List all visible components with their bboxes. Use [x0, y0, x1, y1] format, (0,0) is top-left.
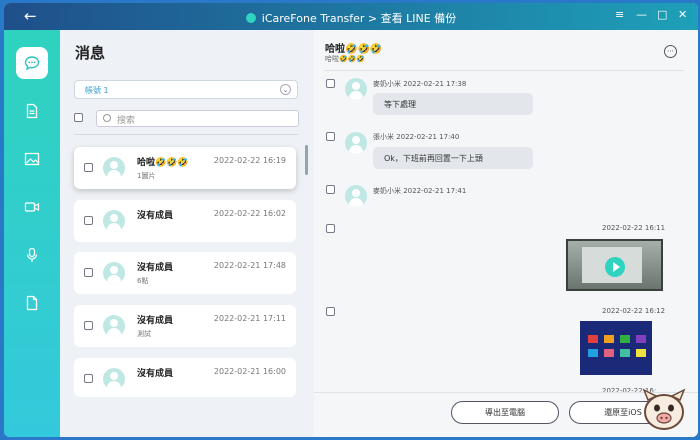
sidebar-item-images[interactable] [16, 143, 48, 175]
panel-title: 消息 [75, 44, 106, 62]
divider [74, 134, 298, 135]
thumbnail-tile [588, 349, 598, 357]
item-checkbox[interactable] [84, 216, 93, 225]
message-meta: 麥奶小米 2022-02-21 17:41 [373, 187, 467, 195]
menu-button[interactable]: ≡ [615, 8, 624, 21]
item-checkbox[interactable] [84, 163, 93, 172]
account-select[interactable]: 帳號 1 ⌄ [74, 80, 298, 99]
message-meta: 張小米 2022-02-21 17:40 [373, 133, 460, 141]
list-item[interactable]: 沒有成員 2022-02-22 16:02 [74, 200, 296, 242]
thumbnail-tile [636, 335, 646, 343]
file-icon [26, 295, 38, 311]
video-thumbnail[interactable] [566, 239, 663, 291]
avatar [103, 210, 125, 232]
app-logo-icon [245, 13, 256, 23]
thumbnail-tile [636, 349, 646, 357]
item-preview: 1圖片 [137, 172, 156, 180]
message-meta: 麥奶小米 2022-02-21 17:38 [373, 80, 467, 88]
item-name: 哈啦🤣🤣🤣 [137, 158, 189, 168]
chat-panel: 哈啦🤣🤣🤣 哈啦🤣🤣🤣 ⋯ 麥奶小米 2022-02-21 17:38 等下處理… [314, 30, 698, 437]
search-placeholder: 搜索 [117, 116, 136, 126]
message-bubble: 等下處理 [373, 93, 533, 115]
avatar [103, 368, 125, 390]
message-checkbox[interactable] [326, 132, 335, 141]
maximize-button[interactable]: □ [657, 8, 667, 21]
item-name: 沒有成員 [137, 263, 174, 273]
window-title: iCareFone Transfer > 查看 LINE 備份 [4, 10, 698, 26]
image-thumbnail[interactable] [580, 321, 652, 375]
avatar [103, 157, 125, 179]
video-icon [24, 202, 40, 212]
avatar [345, 132, 367, 154]
chat-title: 哈啦🤣🤣🤣 [325, 44, 383, 55]
sidebar-item-audio[interactable] [16, 239, 48, 271]
chat-bubble-icon [24, 56, 40, 71]
divider [324, 70, 684, 71]
search-input[interactable]: 搜索 [96, 110, 299, 127]
avatar [103, 262, 125, 284]
list-item[interactable]: 哈啦🤣🤣🤣 1圖片 2022-02-22 16:19 [74, 147, 296, 189]
message-checkbox[interactable] [326, 185, 335, 194]
list-item[interactable]: 沒有成員 測試 2022-02-21 17:11 [74, 305, 296, 347]
avatar [103, 315, 125, 337]
list-scrollbar[interactable] [305, 145, 308, 175]
chevron-down-icon: ⌄ [280, 84, 291, 95]
thumbnail-tile [620, 349, 630, 357]
thumbnail-tile [604, 349, 614, 357]
item-checkbox[interactable] [84, 321, 93, 330]
more-options-icon[interactable]: ⋯ [664, 45, 677, 58]
title-bar: ← iCareFone Transfer > 查看 LINE 備份 ≡ — □ … [4, 3, 698, 30]
message-bubble: Ok，下班前再回置一下上頭 [373, 147, 533, 169]
avatar [345, 185, 367, 207]
account-select-value: 帳號 1 [85, 86, 109, 95]
item-name: 沒有成員 [137, 211, 174, 221]
app-window: ← iCareFone Transfer > 查看 LINE 備份 ≡ — □ … [4, 3, 698, 437]
avatar [345, 78, 367, 100]
sidebar-item-messages[interactable] [16, 47, 48, 79]
message-checkbox[interactable] [326, 224, 335, 233]
image-icon [24, 152, 40, 166]
list-item[interactable]: 沒有成員 2022-02-21 16:00 [74, 358, 296, 397]
item-name: 沒有成員 [137, 316, 174, 326]
message-time: 2022-02-22 16:11 [602, 224, 666, 232]
item-time: 2022-02-21 17:11 [213, 314, 286, 323]
sidebar [4, 30, 60, 437]
document-icon [26, 103, 38, 119]
message-checkbox[interactable] [326, 307, 335, 316]
item-preview: 測試 [137, 330, 151, 338]
close-button[interactable]: ✕ [678, 8, 687, 21]
item-checkbox[interactable] [84, 268, 93, 277]
microphone-icon [26, 247, 38, 262]
sidebar-item-videos[interactable] [16, 191, 48, 223]
export-to-pc-button[interactable]: 導出至電腦 [451, 401, 559, 424]
search-icon [103, 114, 111, 122]
item-time: 2022-02-22 16:19 [213, 156, 286, 165]
item-time: 2022-02-21 16:00 [213, 367, 286, 376]
mascot-watermark-icon [642, 388, 686, 430]
item-checkbox[interactable] [84, 374, 93, 383]
item-time: 2022-02-22 16:02 [213, 209, 286, 218]
message-time: 2022-02-22 16:12 [602, 307, 666, 315]
chat-subtitle: 哈啦🤣🤣🤣 [325, 55, 366, 63]
thumbnail-tile [588, 335, 598, 343]
thumbnail-tile [620, 335, 630, 343]
conversation-list-panel: 消息 帳號 1 ⌄ 搜索 哈啦🤣🤣🤣 1圖片 2022-02-22 16:19 沒… [60, 30, 314, 437]
item-time: 2022-02-21 17:48 [213, 261, 286, 270]
play-icon[interactable] [605, 257, 625, 277]
list-item[interactable]: 沒有成員 6點 2022-02-21 17:48 [74, 252, 296, 294]
thumbnail-tile [604, 335, 614, 343]
minimize-button[interactable]: — [636, 8, 647, 21]
message-checkbox[interactable] [326, 79, 335, 88]
select-all-checkbox[interactable] [74, 113, 83, 122]
item-preview: 6點 [137, 277, 149, 285]
sidebar-item-documents[interactable] [16, 95, 48, 127]
item-name: 沒有成員 [137, 369, 174, 379]
sidebar-item-files[interactable] [16, 287, 48, 319]
